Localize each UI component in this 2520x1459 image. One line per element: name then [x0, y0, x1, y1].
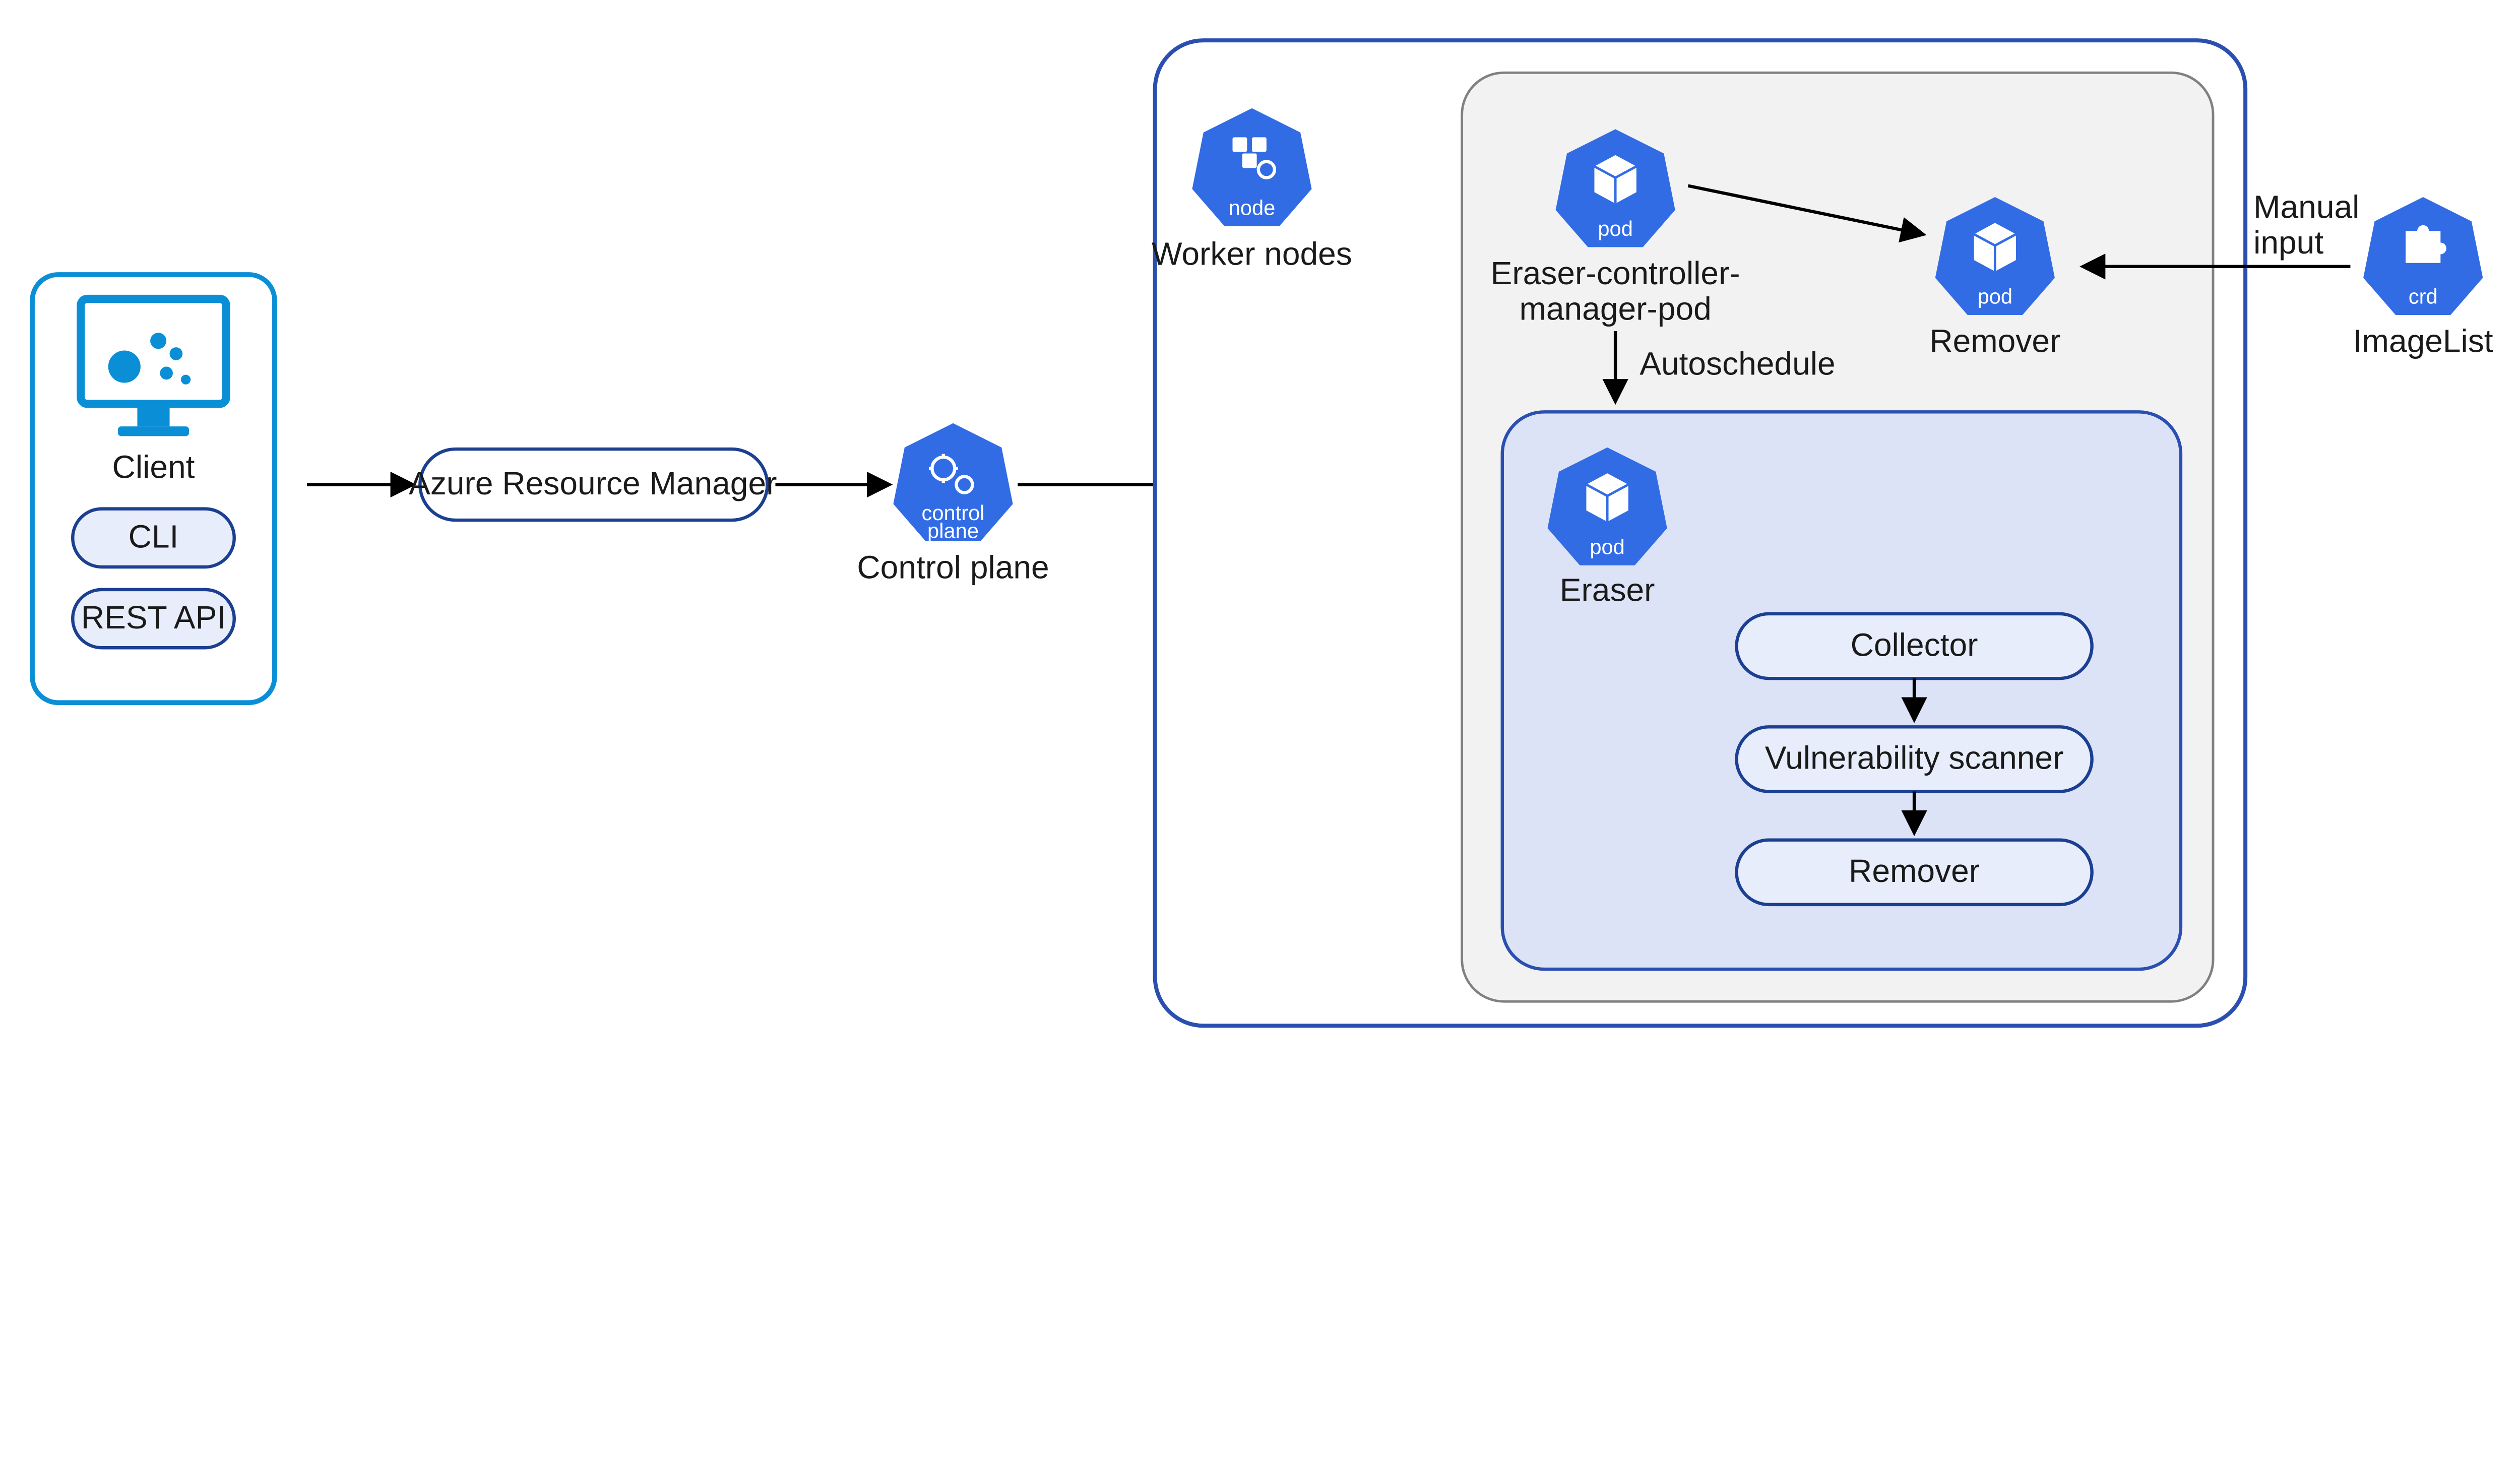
svg-text:crd: crd	[2409, 285, 2438, 308]
control-plane-icon: control plane	[893, 423, 1013, 543]
client-label: Client	[112, 449, 195, 485]
svg-text:pod: pod	[1598, 217, 1633, 240]
restapi-label: REST API	[81, 599, 226, 636]
autoschedule-label: Autoschedule	[1640, 346, 1835, 382]
svg-text:plane: plane	[927, 519, 979, 542]
imagelist-label: ImageList	[2353, 323, 2493, 359]
eraser-pod-label: Eraser	[1560, 572, 1655, 608]
imagelist-icon: crd	[2363, 197, 2483, 315]
manager-pod-label2: manager-pod	[1520, 291, 1712, 327]
architecture-diagram: Client CLI REST API Azure Resource Manag…	[0, 0, 2520, 1050]
client-group: Client CLI REST API	[32, 275, 275, 703]
control-plane-label: Control plane	[857, 549, 1049, 585]
arm-label: Azure Resource Manager	[409, 465, 777, 501]
arm-group: Azure Resource Manager	[409, 449, 777, 520]
scanner-label: Vulnerability scanner	[1765, 740, 2064, 776]
svg-text:pod: pod	[1590, 535, 1625, 558]
colltrackectoriconlabel: Collector	[1851, 626, 1978, 663]
manual-input-label2: input	[2253, 224, 2323, 261]
remover-pod-label: Remover	[1929, 323, 2060, 359]
manual-input-label1: Manual	[2253, 189, 2359, 225]
manager-pod-label1: Eraser-controller-	[1491, 255, 1740, 291]
svg-text:pod: pod	[1978, 285, 2013, 308]
worker-nodes-label: Worker nodes	[1152, 236, 1352, 272]
svg-text:node: node	[1229, 196, 1276, 219]
cli-label: CLI	[129, 519, 179, 555]
remover-stage-label: Remover	[1849, 853, 1980, 889]
stages-group: Collector Vulnerability scanner Remover	[1737, 614, 2092, 905]
